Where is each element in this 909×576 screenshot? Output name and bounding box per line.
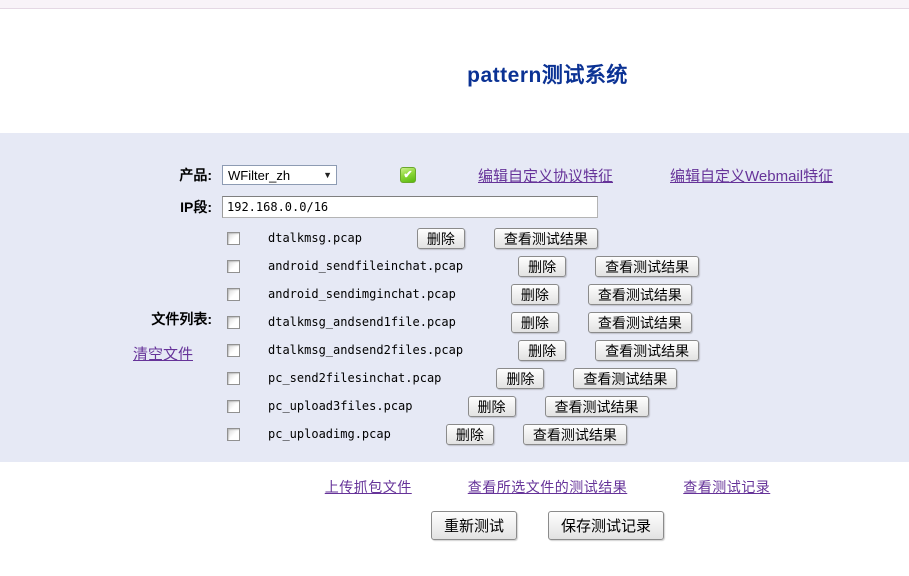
file-row: android_sendimginchat.pcap 删除 查看测试结果 <box>222 280 699 308</box>
ip-range-input[interactable] <box>222 196 598 218</box>
view-result-button[interactable]: 查看测试结果 <box>523 424 627 445</box>
delete-file-button[interactable]: 删除 <box>511 312 559 333</box>
file-name: dtalkmsg_andsend2files.pcap <box>268 343 463 357</box>
view-result-button[interactable]: 查看测试结果 <box>588 312 692 333</box>
page-title: pattern测试系统 <box>186 59 909 89</box>
file-name: pc_upload3files.pcap <box>268 399 413 413</box>
file-checkbox[interactable] <box>227 232 240 245</box>
file-row: pc_upload3files.pcap 删除 查看测试结果 <box>222 392 699 420</box>
file-name: android_sendimginchat.pcap <box>268 287 456 301</box>
view-result-button[interactable]: 查看测试结果 <box>595 340 699 361</box>
view-result-button[interactable]: 查看测试结果 <box>588 284 692 305</box>
view-result-button[interactable]: 查看测试结果 <box>573 368 677 389</box>
view-result-button[interactable]: 查看测试结果 <box>494 228 598 249</box>
test-form-panel: 产品: WFilter_zh ▼ ✔ 编辑自定义协议特征 编辑自定义Webmai… <box>0 133 909 462</box>
chevron-down-icon: ▼ <box>323 171 332 180</box>
file-checkbox[interactable] <box>227 400 240 413</box>
delete-file-button[interactable]: 删除 <box>518 256 566 277</box>
product-label: 产品: <box>179 165 212 185</box>
file-list-section: 文件列表: 清空文件 dtalkmsg.pcap 删除 查看测试结果 andro… <box>0 224 909 448</box>
file-row: android_sendfileinchat.pcap 删除 查看测试结果 <box>222 252 699 280</box>
view-selected-results-link[interactable]: 查看所选文件的测试结果 <box>468 477 628 497</box>
file-name: pc_uploadimg.pcap <box>268 427 391 441</box>
product-row: 产品: WFilter_zh ▼ ✔ 编辑自定义协议特征 编辑自定义Webmai… <box>0 164 909 186</box>
delete-file-button[interactable]: 删除 <box>511 284 559 305</box>
save-record-button[interactable]: 保存测试记录 <box>548 511 664 540</box>
file-name: dtalkmsg.pcap <box>268 231 362 245</box>
file-row: pc_uploadimg.pcap 删除 查看测试结果 <box>222 420 699 448</box>
file-checkbox[interactable] <box>227 260 240 273</box>
edit-webmail-link[interactable]: 编辑自定义Webmail特征 <box>670 165 833 186</box>
file-checkbox[interactable] <box>227 288 240 301</box>
footer-links: 上传抓包文件 查看所选文件的测试结果 查看测试记录 <box>186 477 909 497</box>
file-checkbox[interactable] <box>227 344 240 357</box>
view-test-records-link[interactable]: 查看测试记录 <box>683 477 770 497</box>
file-row: dtalkmsg_andsend2files.pcap 删除 查看测试结果 <box>222 336 699 364</box>
file-checkbox[interactable] <box>227 428 240 441</box>
file-row: dtalkmsg_andsend1file.pcap 删除 查看测试结果 <box>222 308 699 336</box>
retest-button[interactable]: 重新测试 <box>431 511 517 540</box>
status-green-check-icon: ✔ <box>400 167 416 183</box>
delete-file-button[interactable]: 删除 <box>518 340 566 361</box>
upload-pcap-link[interactable]: 上传抓包文件 <box>325 477 412 497</box>
product-select[interactable]: WFilter_zh ▼ <box>222 165 337 185</box>
file-checkbox[interactable] <box>227 316 240 329</box>
file-list-label: 文件列表: <box>151 309 212 329</box>
view-result-button[interactable]: 查看测试结果 <box>595 256 699 277</box>
delete-file-button[interactable]: 删除 <box>496 368 544 389</box>
ip-label: IP段: <box>180 197 212 217</box>
file-name: pc_send2filesinchat.pcap <box>268 371 441 385</box>
product-select-value: WFilter_zh <box>228 168 290 183</box>
page-header: pattern测试系统 <box>0 9 909 133</box>
view-result-button[interactable]: 查看测试结果 <box>545 396 649 417</box>
delete-file-button[interactable]: 删除 <box>446 424 494 445</box>
edit-protocol-link[interactable]: 编辑自定义协议特征 <box>478 165 613 186</box>
delete-file-button[interactable]: 删除 <box>468 396 516 417</box>
delete-file-button[interactable]: 删除 <box>417 228 465 249</box>
ip-row: IP段: <box>0 196 909 218</box>
file-row: dtalkmsg.pcap 删除 查看测试结果 <box>222 224 699 252</box>
clear-files-link[interactable]: 清空文件 <box>133 343 212 364</box>
file-name: dtalkmsg_andsend1file.pcap <box>268 315 456 329</box>
footer-buttons: 重新测试 保存测试记录 <box>186 511 909 540</box>
file-name: android_sendfileinchat.pcap <box>268 259 463 273</box>
file-list: dtalkmsg.pcap 删除 查看测试结果 android_sendfile… <box>222 224 699 448</box>
file-row: pc_send2filesinchat.pcap 删除 查看测试结果 <box>222 364 699 392</box>
file-checkbox[interactable] <box>227 372 240 385</box>
top-bar <box>0 0 909 9</box>
